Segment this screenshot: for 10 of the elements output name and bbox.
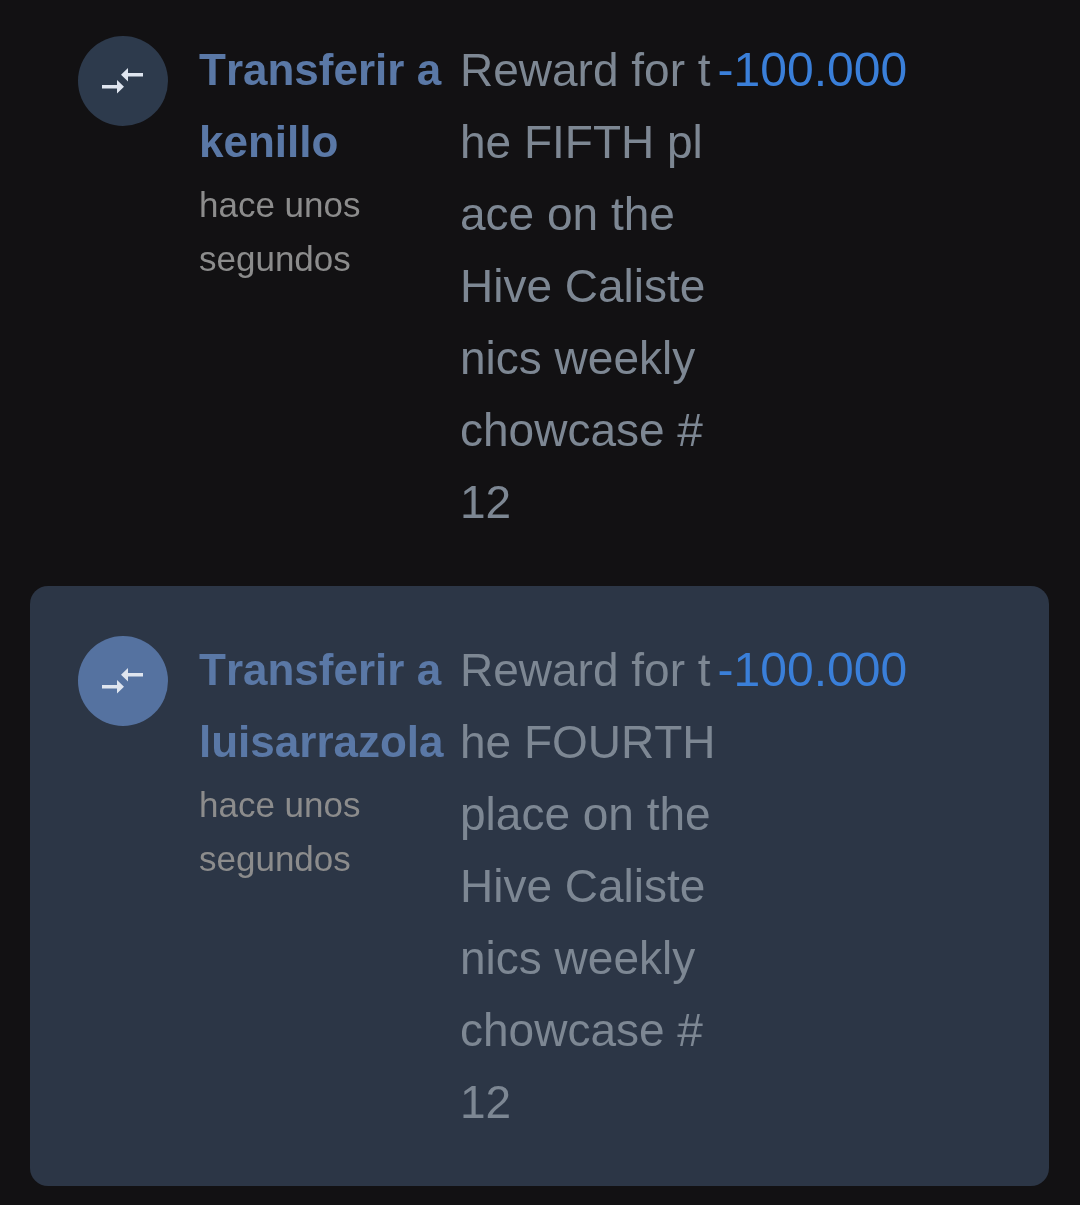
timestamp: hace unos segundos [199, 184, 362, 280]
memo-text: Reward for the FIFTH place on the Hive Calistenics weekly chowcase #12 [460, 43, 712, 530]
timestamp: hace unos segundos [199, 784, 362, 880]
transfer-title: Transferir a luisarrazola [199, 644, 445, 768]
transaction-row[interactable]: Transferir a kenillo hace unos segundos Reward for the FIFTH place on the Hive Calistenics weekly chowcase #12 -100.000 [30, 0, 1049, 586]
transfer-title: Transferir a kenillo [199, 44, 443, 168]
memo-text: Reward for the FOURTH place on the Hive Calistenics weekly chowcase #12 [460, 643, 717, 1130]
amount: -100.000 [717, 642, 908, 698]
transaction-row[interactable]: Transferir a luisarrazola hace unos segundos Reward for the FOURTH place on the Hive Calistenics weekly chowcase #12 -100.000 [30, 586, 1049, 1186]
amount: -100.000 [717, 42, 908, 98]
